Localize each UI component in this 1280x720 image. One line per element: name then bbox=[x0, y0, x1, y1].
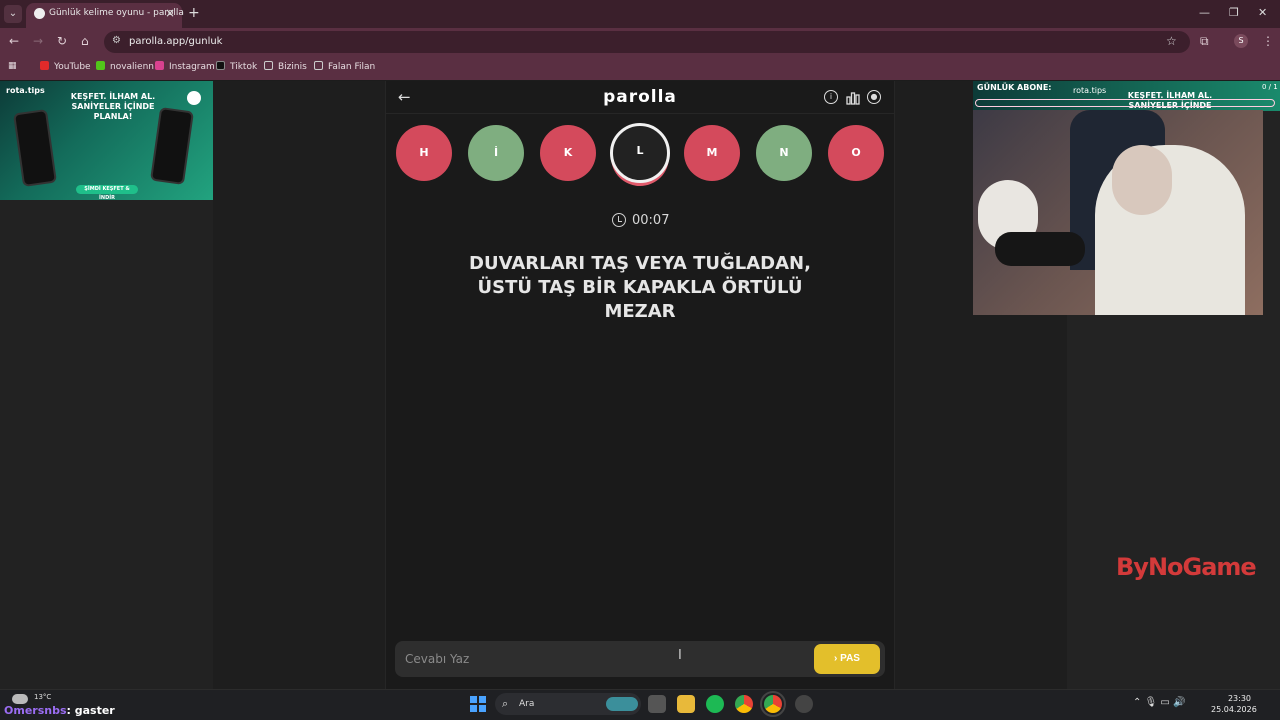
clock-date: 25.04.2026 bbox=[1211, 705, 1257, 714]
letter-bubble-h: H bbox=[396, 125, 452, 181]
reload-icon[interactable]: ↻ bbox=[57, 34, 67, 48]
taskbar-search-text: Ara bbox=[519, 699, 535, 709]
webcam-microphone bbox=[995, 232, 1085, 266]
taskbar-clock[interactable]: 23:30 25.04.2026 bbox=[1211, 693, 1257, 715]
tab-title: Günlük kelime oyunu - parolla bbox=[49, 8, 184, 18]
profile-avatar[interactable]: S bbox=[1234, 34, 1248, 48]
stats-icon[interactable] bbox=[846, 90, 860, 105]
letter-bubble-m: M bbox=[684, 125, 740, 181]
windows-start-icon[interactable] bbox=[470, 696, 486, 712]
folder-icon bbox=[314, 61, 323, 70]
timer: 00:07 bbox=[632, 213, 670, 228]
pass-button[interactable]: › PAS bbox=[814, 644, 880, 674]
address-bar[interactable] bbox=[104, 31, 1190, 53]
bookmark-tiktok[interactable]: Tiktok bbox=[216, 61, 257, 72]
youtube-icon bbox=[40, 61, 49, 70]
minimize-button[interactable]: — bbox=[1199, 6, 1210, 19]
extensions-icon[interactable]: ⧉ bbox=[1200, 34, 1209, 49]
system-tray-icons[interactable]: ⌃ 🎙 ▭ 🔊 bbox=[1133, 697, 1186, 708]
sponsor-logo: ByNoGame bbox=[1116, 553, 1257, 581]
bookmark-star-icon[interactable]: ☆ bbox=[1166, 34, 1177, 48]
letter-bubble-l-active: L bbox=[610, 123, 670, 183]
bookmark-label: Tiktok bbox=[230, 62, 258, 72]
close-tab-icon[interactable]: × bbox=[165, 6, 175, 20]
site-info-icon[interactable]: ⚙ bbox=[112, 35, 121, 46]
bookmark-instagram[interactable]: Instagram bbox=[155, 61, 215, 72]
ad-dot-icon bbox=[187, 91, 201, 105]
file-explorer-icon[interactable] bbox=[677, 695, 695, 713]
search-icon: ⌕ bbox=[502, 697, 509, 710]
task-view-icon[interactable] bbox=[648, 695, 666, 713]
bookmark-novalienn[interactable]: novalienn bbox=[96, 61, 154, 72]
bookmark-folder-bizinis[interactable]: Bizinis bbox=[264, 61, 307, 72]
user-icon[interactable]: ● bbox=[867, 90, 881, 104]
chat-username: Omersnbs bbox=[4, 704, 67, 717]
forward-icon[interactable]: → bbox=[33, 34, 43, 48]
chrome-profile-icon[interactable] bbox=[760, 691, 786, 717]
clock-icon bbox=[612, 213, 626, 227]
restore-button[interactable]: ❐ bbox=[1229, 6, 1239, 19]
back-icon[interactable]: ← bbox=[9, 34, 19, 48]
phone-mockup bbox=[13, 108, 57, 188]
ad-headline: KEŞFET. İLHAM AL. SANİYELER İÇİNDE PLANL… bbox=[70, 92, 156, 121]
ad-cta: ŞİMDİ KEŞFET & İNDİR bbox=[76, 185, 138, 201]
folder-icon bbox=[264, 61, 273, 70]
daily-sub-label: GÜNLÜK ABONE: bbox=[977, 83, 1052, 92]
ad-logo: rota.tips bbox=[1073, 86, 1107, 95]
sub-progress-bar bbox=[975, 99, 1275, 107]
header-divider bbox=[386, 113, 894, 114]
tab-search-button[interactable]: ⌄ bbox=[4, 5, 22, 23]
bookmark-label: novalienn bbox=[110, 62, 154, 72]
letter-bubble-i: İ bbox=[468, 125, 524, 181]
letter-bubble-o: O bbox=[828, 125, 884, 181]
weather-temperature[interactable]: 13°C bbox=[34, 693, 51, 701]
pass-button-label: PAS bbox=[840, 653, 860, 664]
bookmark-label: YouTube bbox=[54, 62, 91, 72]
new-tab-button[interactable]: + bbox=[188, 5, 200, 21]
window-close-button[interactable]: ✕ bbox=[1258, 6, 1267, 19]
menu-icon[interactable]: ⋮ bbox=[1262, 34, 1274, 48]
ad-logo: rota.tips bbox=[6, 86, 45, 95]
tab-favicon-icon bbox=[34, 8, 45, 19]
bookmark-label: Bizinis bbox=[278, 62, 307, 72]
info-icon[interactable]: i bbox=[824, 90, 838, 104]
instagram-icon bbox=[155, 61, 164, 70]
sub-count: 0 / 1 bbox=[1262, 83, 1278, 91]
clock-time: 23:30 bbox=[1227, 694, 1251, 703]
spotify-icon[interactable] bbox=[706, 695, 724, 713]
bookmark-folder-falan-filan[interactable]: Falan Filan bbox=[314, 61, 375, 72]
answer-input[interactable] bbox=[397, 643, 807, 675]
bookmark-youtube[interactable]: YouTube bbox=[40, 61, 91, 72]
back-arrow-icon[interactable]: ← bbox=[398, 88, 411, 106]
chrome-icon[interactable] bbox=[735, 695, 753, 713]
weather-icon[interactable] bbox=[12, 694, 28, 704]
apps-icon[interactable]: ▦ bbox=[8, 61, 17, 71]
bookmark-label: Instagram bbox=[169, 62, 215, 72]
search-highlight-icon bbox=[606, 697, 638, 711]
home-icon[interactable]: ⌂ bbox=[81, 34, 89, 48]
chat-overlay: Omersnbs: gaster bbox=[4, 704, 115, 717]
text-cursor-icon: I bbox=[678, 648, 682, 663]
letter-bubble-k: K bbox=[540, 125, 596, 181]
question-text: DUVARLARI TAŞ VEYA TUĞLADAN, ÜSTÜ TAŞ Bİ… bbox=[469, 253, 811, 322]
url-text[interactable]: parolla.app/gunluk bbox=[129, 36, 222, 47]
webcam-person-head bbox=[1112, 145, 1172, 215]
bookmark-label: Falan Filan bbox=[328, 62, 376, 72]
brand-logo: parolla bbox=[603, 87, 677, 107]
steam-icon[interactable] bbox=[795, 695, 813, 713]
tiktok-icon bbox=[216, 61, 225, 70]
chat-message: : gaster bbox=[66, 704, 115, 717]
novalienn-icon bbox=[96, 61, 105, 70]
page-gutter-left bbox=[213, 81, 385, 689]
letter-bubble-n: N bbox=[756, 125, 812, 181]
